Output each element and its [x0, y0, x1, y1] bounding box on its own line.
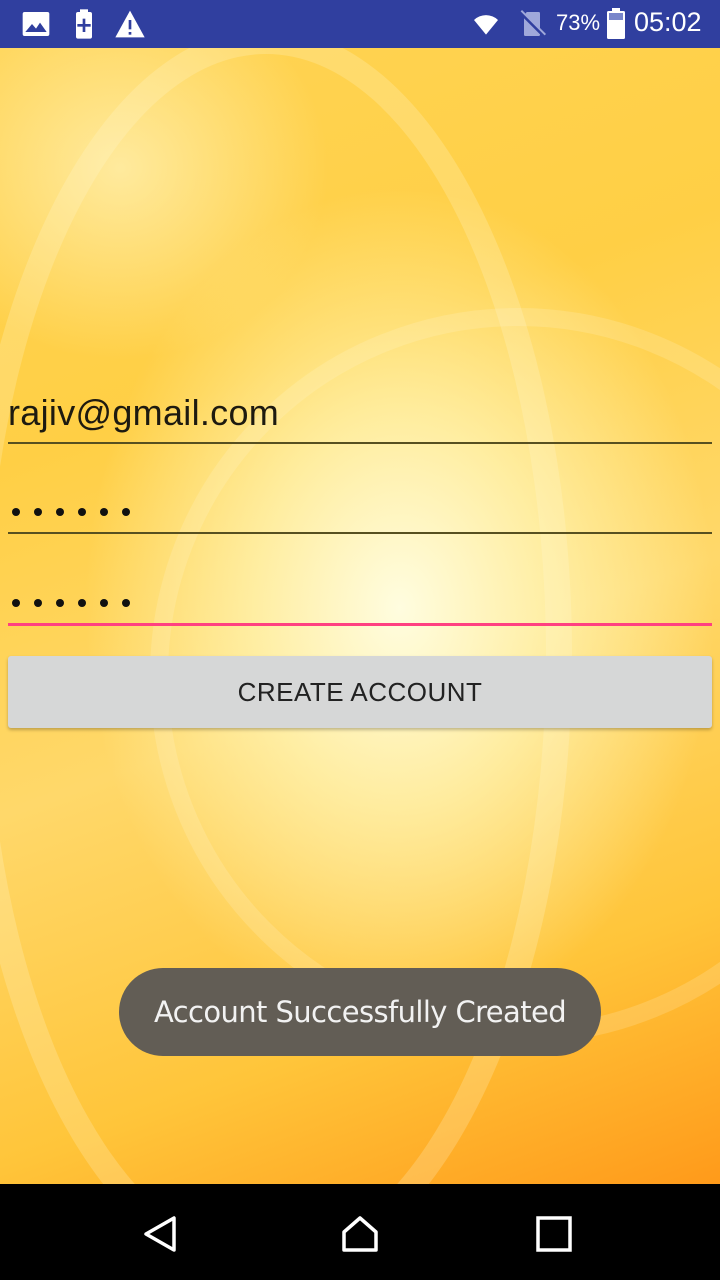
- wifi-icon: [474, 15, 498, 35]
- app-screen: rajiv@gmail.com CREATE ACCOUNT Account S…: [0, 48, 720, 1184]
- status-time: 05:02: [634, 7, 702, 37]
- warning-icon: [115, 10, 145, 38]
- password-field[interactable]: [8, 468, 712, 534]
- recent-apps-icon[interactable]: [534, 1214, 574, 1254]
- navigation-bar: [0, 1184, 720, 1280]
- home-icon[interactable]: [340, 1214, 380, 1254]
- toast-text: Account Successfully Created: [153, 995, 567, 1029]
- image-icon: [22, 12, 50, 36]
- password-mask: [12, 508, 130, 516]
- email-field[interactable]: rajiv@gmail.com: [8, 378, 712, 444]
- email-value: rajiv@gmail.com: [8, 392, 280, 433]
- toast-message: Account Successfully Created: [119, 968, 601, 1056]
- no-sim-icon: [518, 9, 547, 38]
- battery-plus-icon: [76, 9, 92, 39]
- confirm-password-mask: [12, 599, 130, 607]
- create-account-button[interactable]: CREATE ACCOUNT: [8, 656, 712, 728]
- confirm-password-field[interactable]: [8, 559, 712, 626]
- battery-percent: 73%: [556, 10, 601, 35]
- status-bar: 73% 05:02: [0, 0, 720, 48]
- back-triangle-icon[interactable]: [140, 1214, 180, 1254]
- battery-icon: [607, 8, 625, 39]
